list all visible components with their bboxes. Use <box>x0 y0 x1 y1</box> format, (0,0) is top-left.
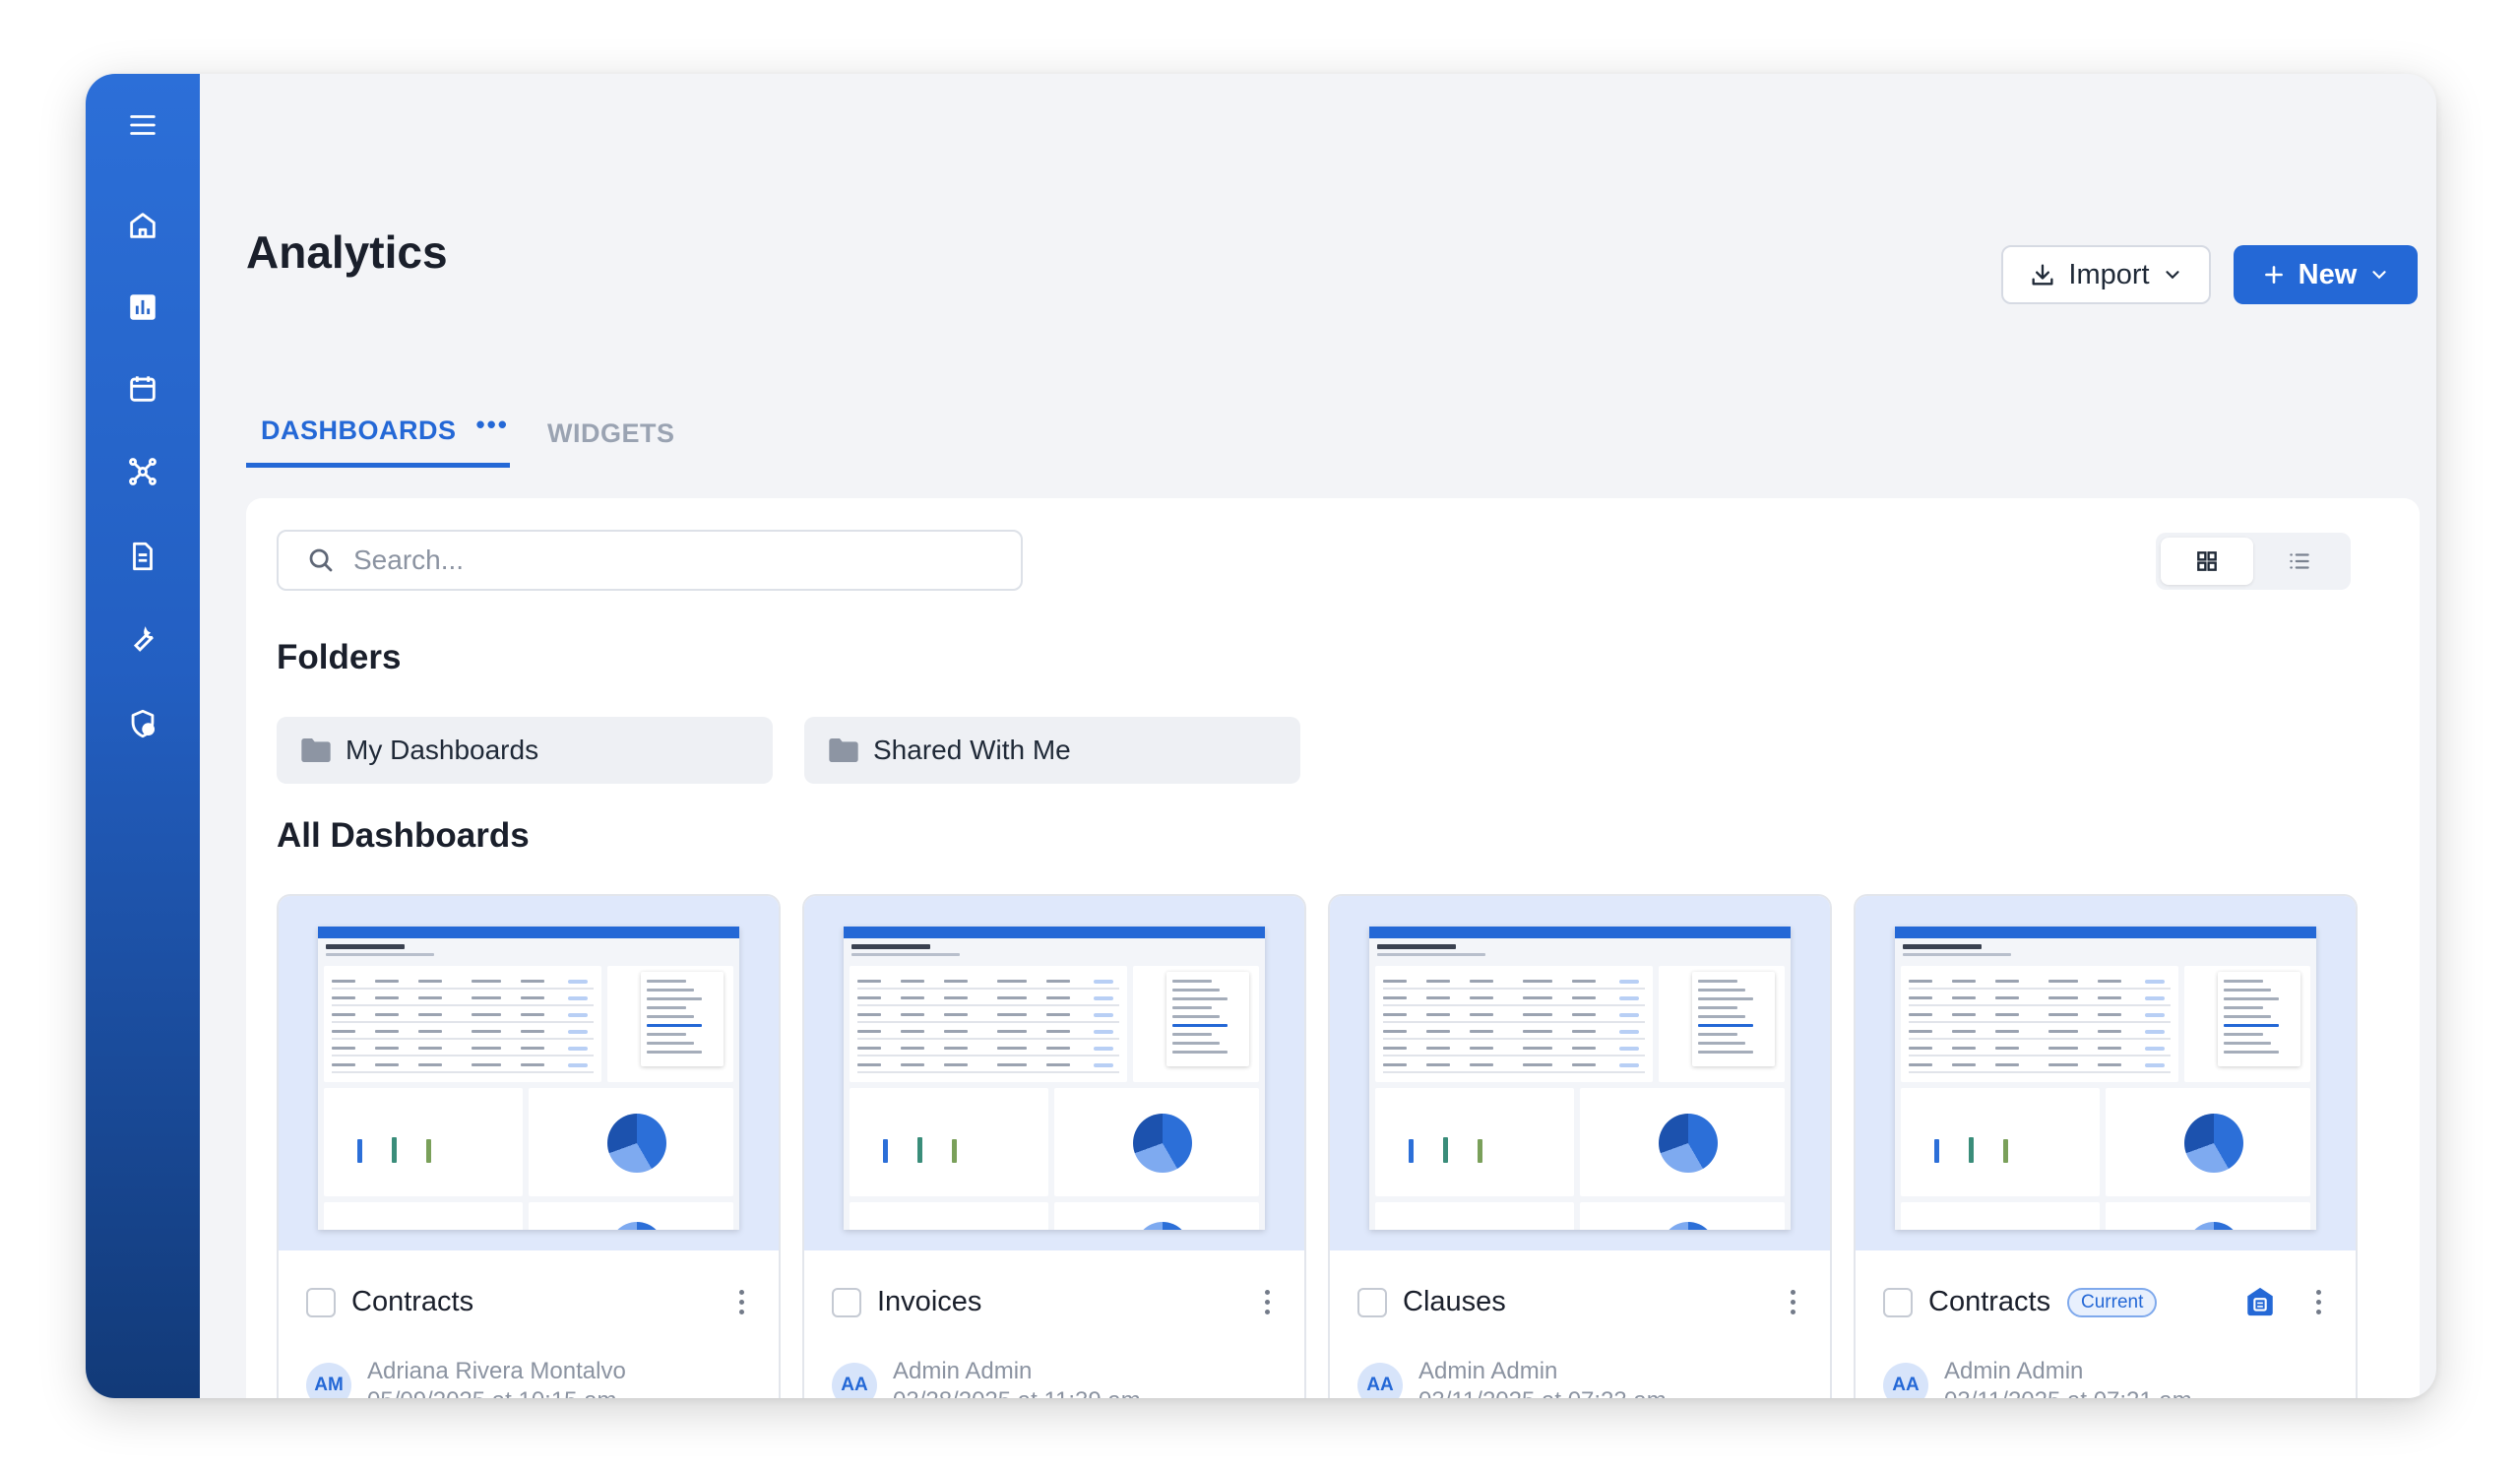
avatar: AA <box>1357 1363 1403 1398</box>
document-icon[interactable] <box>119 533 166 580</box>
modified-date: 03/11/2025 at 07:23 am <box>1418 1387 1667 1398</box>
avatar: AM <box>306 1363 351 1398</box>
app-window: Analytics Import New DASHBOARDS ••• WIDG… <box>86 74 2436 1398</box>
owner-name: Admin Admin <box>1944 1358 2084 1384</box>
folders-heading: Folders <box>277 638 402 676</box>
folder-icon <box>301 738 331 762</box>
tab-dashboards-label: DASHBOARDS <box>261 416 457 445</box>
grid-icon <box>2197 551 2217 571</box>
dashboards-panel: Search... Folders My Dashboards Shared W… <box>246 498 2420 1398</box>
owner-name: Adriana Rivera Montalvo <box>367 1358 626 1384</box>
network-icon[interactable] <box>119 448 166 495</box>
more-options-icon[interactable]: ••• <box>476 410 509 440</box>
plus-icon <box>2264 266 2283 284</box>
modified-date: 03/28/2025 at 11:39 am <box>893 1387 1141 1398</box>
current-badge: Current <box>2067 1288 2158 1317</box>
all-dashboards-heading: All Dashboards <box>277 816 530 855</box>
import-button[interactable]: Import <box>2001 245 2211 304</box>
modified-date: 05/09/2025 at 10:15 am <box>367 1387 617 1398</box>
new-label: New <box>2298 258 2358 290</box>
more-vertical-icon[interactable] <box>2308 1282 2328 1321</box>
search-placeholder: Search... <box>353 544 465 575</box>
thumbnail-preview <box>1895 927 2316 1230</box>
dashboard-card[interactable]: Contracts Current AA Admin Admin 03/11/2… <box>1854 894 2358 1398</box>
dashboard-card[interactable]: Clauses AA Admin Admin 03/11/2025 at 07:… <box>1328 894 1832 1398</box>
chevron-down-icon <box>2165 271 2179 280</box>
grid-view-button[interactable] <box>2161 538 2253 585</box>
dashboard-name: Clauses <box>1403 1286 1506 1317</box>
dashboard-card[interactable]: Invoices AA Admin Admin 03/28/2025 at 11… <box>802 894 1306 1398</box>
folder-name: My Dashboards <box>346 735 539 765</box>
dashboard-thumbnail[interactable] <box>804 896 1304 1250</box>
menu-icon[interactable] <box>119 101 166 149</box>
analytics-icon[interactable] <box>119 284 166 331</box>
more-vertical-icon[interactable] <box>1783 1282 1802 1321</box>
dashboard-thumbnail[interactable] <box>1856 896 2356 1250</box>
security-icon[interactable] <box>119 700 166 747</box>
folder-my-dashboards[interactable]: My Dashboards <box>277 717 773 784</box>
owner-name: Admin Admin <box>1418 1358 1558 1384</box>
more-vertical-icon[interactable] <box>731 1282 751 1321</box>
view-toggle <box>2156 533 2351 590</box>
calendar-icon[interactable] <box>119 365 166 413</box>
select-checkbox[interactable] <box>306 1288 336 1317</box>
modified-date: 03/11/2025 at 07:21 am <box>1944 1387 2192 1398</box>
dashboard-card[interactable]: Contracts AM Adriana Rivera Montalvo 05/… <box>277 894 781 1398</box>
thumbnail-preview <box>844 927 1265 1230</box>
tab-bar: DASHBOARDS ••• WIDGETS <box>246 399 837 468</box>
search-icon <box>309 548 333 572</box>
tab-widgets[interactable]: WIDGETS <box>547 399 675 468</box>
dashboard-name: Invoices <box>877 1286 982 1317</box>
avatar: AA <box>832 1363 877 1398</box>
avatar: AA <box>1883 1363 1928 1398</box>
sidebar <box>86 74 200 1398</box>
dashboard-name: Contracts <box>1928 1286 2051 1317</box>
page-title: Analytics <box>246 226 448 278</box>
list-icon <box>2290 553 2309 569</box>
import-label: Import <box>2068 258 2150 290</box>
main-content: Analytics Import New DASHBOARDS ••• WIDG… <box>200 74 2436 1398</box>
dashboard-name: Contracts <box>351 1286 474 1317</box>
folder-icon <box>829 738 858 762</box>
tab-dashboards[interactable]: DASHBOARDS ••• <box>246 399 510 468</box>
select-checkbox[interactable] <box>832 1288 861 1317</box>
download-icon <box>2032 264 2053 286</box>
thumbnail-preview <box>318 927 739 1230</box>
select-checkbox[interactable] <box>1357 1288 1387 1317</box>
dashboard-thumbnail[interactable] <box>279 896 779 1250</box>
search-input[interactable]: Search... <box>277 530 1023 591</box>
folder-name: Shared With Me <box>873 735 1071 765</box>
new-button[interactable]: New <box>2234 245 2418 304</box>
list-view-button[interactable] <box>2253 538 2346 585</box>
home-icon[interactable] <box>119 202 166 249</box>
select-checkbox[interactable] <box>1883 1288 1913 1317</box>
folder-shared-with-me[interactable]: Shared With Me <box>804 717 1300 784</box>
chevron-down-icon <box>2372 271 2386 280</box>
dashboard-thumbnail[interactable] <box>1330 896 1830 1250</box>
default-dashboard-icon[interactable] <box>2243 1284 2277 1319</box>
owner-name: Admin Admin <box>893 1358 1033 1384</box>
more-vertical-icon[interactable] <box>1257 1282 1277 1321</box>
thumbnail-preview <box>1369 927 1791 1230</box>
tools-icon[interactable] <box>119 616 166 664</box>
